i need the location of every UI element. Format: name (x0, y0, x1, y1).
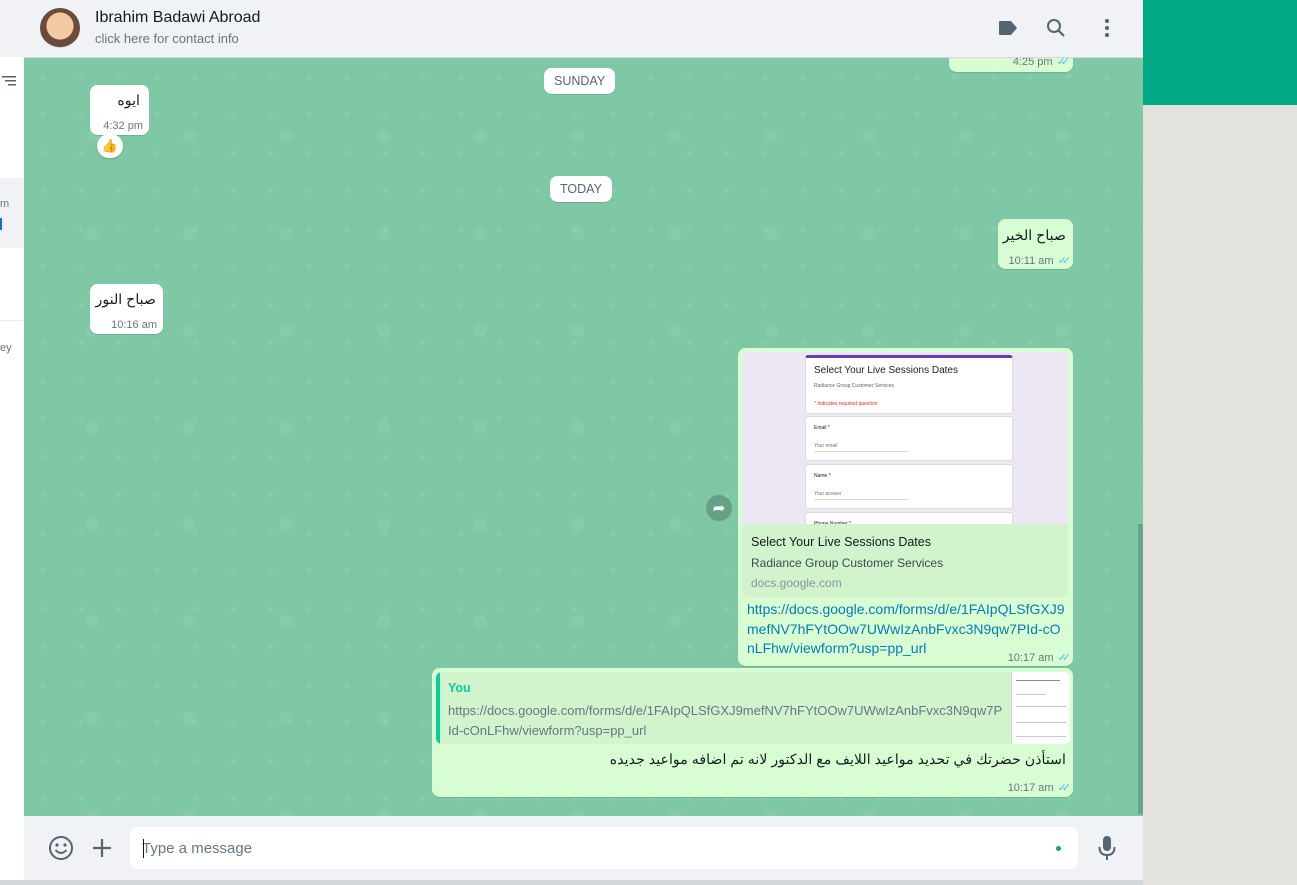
attach-plus-icon[interactable] (88, 834, 116, 862)
date-separator: TODAY (550, 176, 612, 202)
message-time: 10:16 am (111, 319, 157, 331)
link-preview[interactable]: Select Your Live Sessions Dates Radiance… (742, 352, 1068, 597)
message-time: 10:11 am ✓✓ (1008, 255, 1072, 267)
date-separator: SUNDAY (544, 68, 616, 94)
form-field-line (814, 499, 909, 500)
message-bubble-outgoing[interactable]: 4:25 pm ✓✓ (949, 58, 1073, 72)
form-header-card: Select Your Live Sessions Dates Radiance… (805, 355, 1013, 414)
microphone-icon[interactable] (1093, 834, 1121, 862)
message-bubble-incoming[interactable]: ايوه 4:32 pm (90, 85, 149, 135)
message-link[interactable]: https://docs.google.com/forms/d/e/1FAIpQ… (747, 600, 1067, 659)
form-field-card: Email * Your email (805, 416, 1013, 461)
message-time: 10:17 am ✓✓ (1007, 652, 1072, 664)
form-field-label: Name * (814, 473, 831, 479)
contact-info-hint[interactable]: click here for contact info (95, 31, 239, 46)
quoted-thumbnail (1011, 672, 1070, 744)
accent-banner (1143, 0, 1297, 105)
message-time: 10:17 am ✓✓ (1007, 782, 1072, 794)
quoted-message[interactable]: You https://docs.google.com/forms/d/e/1F… (436, 672, 1070, 744)
input-status-dot (1056, 846, 1061, 851)
message-bubble-outgoing-reply[interactable]: You https://docs.google.com/forms/d/e/1F… (432, 668, 1073, 797)
form-field-hint: Your answer (814, 491, 842, 497)
read-ticks-icon: ✓✓ (1057, 652, 1072, 664)
reaction-thumbs-up-icon[interactable]: 👍 (97, 134, 123, 158)
thumbnail-line (1016, 706, 1066, 707)
scrollbar[interactable] (1138, 524, 1143, 814)
sidebar-header-fragment (0, 0, 24, 57)
divider (0, 320, 24, 321)
quote-bar (436, 672, 440, 744)
quoted-text: https://docs.google.com/forms/d/e/1FAIpQ… (448, 703, 1003, 738)
link-preview-title: Select Your Live Sessions Dates (751, 535, 931, 549)
thumbnail-line (1016, 736, 1066, 737)
message-list[interactable]: 4:25 pm ✓✓ SUNDAY ايوه 4:32 pm 👍 TODAY صب… (24, 58, 1143, 816)
form-field-line (814, 451, 909, 452)
label-icon[interactable] (996, 16, 1020, 40)
thumbnail-line (1016, 680, 1060, 681)
read-ticks-icon: ✓✓ (1057, 782, 1072, 794)
message-composer (24, 816, 1143, 880)
form-required-note: * Indicates required question (814, 401, 878, 407)
read-ticks-icon: ✓✓ (1057, 255, 1072, 267)
link-preview-image: Select Your Live Sessions Dates Radiance… (742, 352, 1068, 534)
chat-item-text-fragment: ey (0, 342, 12, 354)
message-bubble-outgoing[interactable]: صباح الخير 10:11 am ✓✓ (998, 219, 1073, 269)
thumbnail-line (1016, 722, 1066, 723)
quoted-author: You (448, 681, 471, 695)
chat-item-text-fragment: m (0, 198, 10, 210)
emoji-icon[interactable] (47, 834, 75, 862)
filter-icon[interactable] (2, 74, 16, 90)
message-text: استأذن حضرتك في تحديد مواعيد اللايف مع ا… (609, 752, 1066, 768)
link-preview-text: Select Your Live Sessions Dates Radiance… (742, 524, 1068, 597)
message-time: 4:32 pm (103, 120, 143, 132)
search-icon[interactable] (1044, 16, 1068, 40)
form-field-label: Email * (814, 425, 830, 431)
conversation-header[interactable]: Ibrahim Badawi Abroad click here for con… (24, 0, 1143, 58)
contact-name[interactable]: Ibrahim Badawi Abroad (95, 9, 260, 27)
link-preview-description: Radiance Group Customer Services (751, 556, 944, 570)
selected-chat-item-fragment[interactable] (0, 178, 24, 248)
form-subtitle: Radiance Group Customer Services (814, 383, 895, 389)
read-ticks-icon: ✓✓ (1056, 58, 1071, 68)
message-text: صباح الخير (1002, 228, 1066, 244)
message-text: ايوه (117, 93, 140, 109)
menu-icon[interactable] (1095, 16, 1119, 40)
message-time: 4:25 pm ✓✓ (1012, 58, 1071, 68)
chat-list-sidebar-fragment: m ey (0, 0, 25, 885)
form-field-card: Name * Your answer (805, 464, 1013, 509)
thumbnail-line (1016, 694, 1046, 695)
forward-icon[interactable]: ➦ (706, 495, 732, 521)
avatar[interactable] (40, 8, 80, 48)
link-preview-domain: docs.google.com (751, 576, 842, 590)
form-field-hint: Your email (814, 443, 838, 449)
message-bubble-outgoing-link[interactable]: Select Your Live Sessions Dates Radiance… (738, 348, 1073, 666)
form-title: Select Your Live Sessions Dates (814, 365, 958, 376)
text-caret (143, 839, 144, 858)
chat-item-indicator (0, 218, 2, 230)
background-panel (1143, 0, 1297, 885)
window-bottom-edge (0, 880, 1143, 885)
message-text: صباح النور (95, 292, 156, 308)
message-input[interactable] (130, 827, 1078, 869)
message-bubble-incoming[interactable]: صباح النور 10:16 am (90, 284, 163, 334)
